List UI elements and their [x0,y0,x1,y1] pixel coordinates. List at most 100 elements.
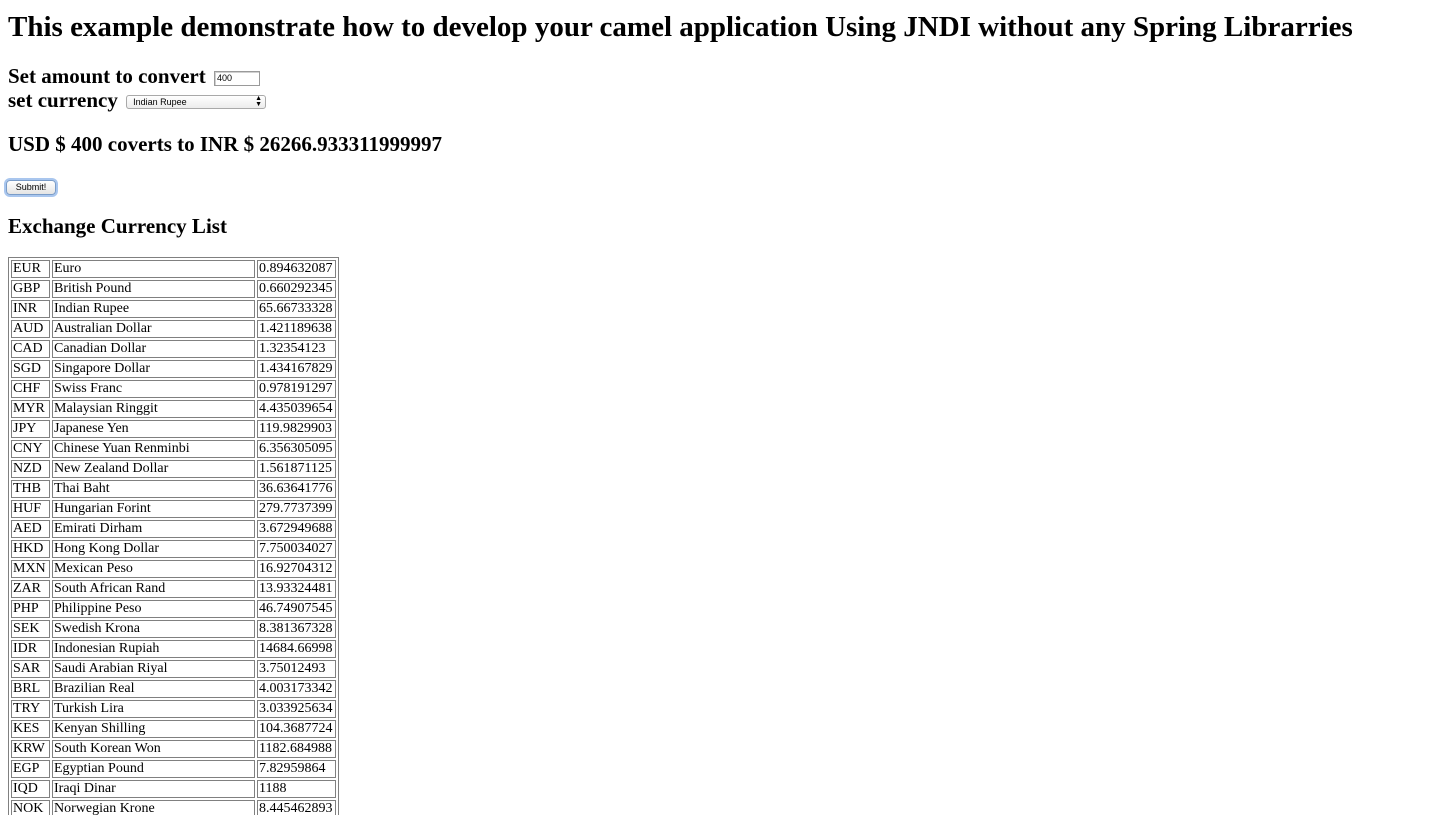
table-row: CNY Chinese Yuan Renminbi 6.356305095 [11,440,336,458]
table-row: GBP British Pound 0.660292345 [11,280,336,298]
table-row: ZAR South African Rand 13.93324481 [11,580,336,598]
currency-row: set currency Indian Rupee ▲ ▼ [8,88,267,112]
currency-table: EUR Euro 0.894632087 GBP British Pound 0.6602… [8,257,339,815]
table-row: NZD New Zealand Dollar 1.561871125 [11,460,336,478]
table-row: EUR Euro 0.894632087 [11,260,336,278]
currency-selected-value: Indian Rupee [133,97,187,107]
currency-code-cell: KRW [11,740,50,758]
currency-name-cell: Japanese Yen [52,420,255,438]
currency-code-cell: SAR [11,660,50,678]
currency-name-cell: Turkish Lira [52,700,255,718]
table-row: MYR Malaysian Ringgit 4.435039654 [11,400,336,418]
currency-code-cell: MXN [11,560,50,578]
submit-button[interactable]: Submit! [6,180,56,195]
currency-rate-cell: 279.7737399 [257,500,336,518]
currency-name-cell: Egyptian Pound [52,760,255,778]
currency-rate-cell: 65.66733328 [257,300,336,318]
currency-code-cell: NOK [11,800,50,815]
table-row: TRY Turkish Lira 3.033925634 [11,700,336,718]
currency-code-cell: ZAR [11,580,50,598]
amount-label: Set amount to convert [8,64,206,88]
currency-rate-cell: 13.93324481 [257,580,336,598]
currency-name-cell: Swedish Krona [52,620,255,638]
select-arrows-icon: ▲ ▼ [255,95,263,108]
table-row: THB Thai Baht 36.63641776 [11,480,336,498]
currency-code-cell: GBP [11,280,50,298]
currency-code-cell: JPY [11,420,50,438]
currency-rate-cell: 4.435039654 [257,400,336,418]
currency-name-cell: Singapore Dollar [52,360,255,378]
table-row: HKD Hong Kong Dollar 7.750034027 [11,540,336,558]
currency-rate-cell: 3.033925634 [257,700,336,718]
currency-name-cell: Hong Kong Dollar [52,540,255,558]
currency-rate-cell: 16.92704312 [257,560,336,578]
currency-rate-cell: 3.672949688 [257,520,336,538]
table-row: IQD Iraqi Dinar 1188 [11,780,336,798]
currency-code-cell: NZD [11,460,50,478]
currency-code-cell: HKD [11,540,50,558]
currency-code-cell: MYR [11,400,50,418]
table-row: IDR Indonesian Rupiah 14684.66998 [11,640,336,658]
table-row: AED Emirati Dirham 3.672949688 [11,520,336,538]
currency-name-cell: Euro [52,260,255,278]
table-row: SGD Singapore Dollar 1.434167829 [11,360,336,378]
currency-name-cell: Swiss Franc [52,380,255,398]
currency-rate-cell: 104.3687724 [257,720,336,738]
currency-name-cell: Australian Dollar [52,320,255,338]
currency-name-cell: Iraqi Dinar [52,780,255,798]
currency-code-cell: CAD [11,340,50,358]
currency-rate-cell: 14684.66998 [257,640,336,658]
currency-name-cell: Kenyan Shilling [52,720,255,738]
currency-name-cell: Norwegian Krone [52,800,255,815]
currency-select[interactable]: Indian Rupee ▲ ▼ [126,95,267,109]
currency-name-cell: Chinese Yuan Renminbi [52,440,255,458]
currency-name-cell: South African Rand [52,580,255,598]
currency-rate-cell: 7.82959864 [257,760,336,778]
currency-code-cell: EGP [11,760,50,778]
currency-rate-cell: 1188 [257,780,336,798]
table-row: EGP Egyptian Pound 7.82959864 [11,760,336,778]
currency-rate-cell: 1182.684988 [257,740,336,758]
amount-input[interactable]: 400 [213,71,260,86]
currency-name-cell: Hungarian Forint [52,500,255,518]
currency-name-cell: Thai Baht [52,480,255,498]
currency-code-cell: BRL [11,680,50,698]
currency-table-body: EUR Euro 0.894632087 GBP British Pound 0.6602… [11,260,336,815]
currency-code-cell: THB [11,480,50,498]
currency-name-cell: Philippine Peso [52,600,255,618]
currency-name-cell: Indonesian Rupiah [52,640,255,658]
table-row: NOK Norwegian Krone 8.445462893 [11,800,336,815]
currency-name-cell: Mexican Peso [52,560,255,578]
currency-name-cell: Brazilian Real [52,680,255,698]
currency-rate-cell: 119.9829903 [257,420,336,438]
currency-rate-cell: 1.32354123 [257,340,336,358]
currency-rate-cell: 0.978191297 [257,380,336,398]
currency-name-cell: Malaysian Ringgit [52,400,255,418]
currency-rate-cell: 8.445462893 [257,800,336,815]
page-title: This example demonstrate how to develop … [8,11,1353,43]
table-row: AUD Australian Dollar 1.421189638 [11,320,336,338]
currency-name-cell: Emirati Dirham [52,520,255,538]
table-row: INR Indian Rupee 65.66733328 [11,300,336,318]
currency-rate-cell: 1.421189638 [257,320,336,338]
currency-rate-cell: 4.003173342 [257,680,336,698]
currency-code-cell: AED [11,520,50,538]
table-row: SEK Swedish Krona 8.381367328 [11,620,336,638]
table-row: KES Kenyan Shilling 104.3687724 [11,720,336,738]
currency-rate-cell: 1.561871125 [257,460,336,478]
currency-rate-cell: 6.356305095 [257,440,336,458]
currency-code-cell: TRY [11,700,50,718]
currency-code-cell: EUR [11,260,50,278]
table-row: BRL Brazilian Real 4.003173342 [11,680,336,698]
currency-rate-cell: 3.75012493 [257,660,336,678]
currency-code-cell: SEK [11,620,50,638]
currency-code-cell: HUF [11,500,50,518]
table-row: MXN Mexican Peso 16.92704312 [11,560,336,578]
currency-code-cell: PHP [11,600,50,618]
currency-code-cell: INR [11,300,50,318]
exchange-list-heading: Exchange Currency List [8,214,227,238]
currency-name-cell: New Zealand Dollar [52,460,255,478]
table-row: CAD Canadian Dollar 1.32354123 [11,340,336,358]
currency-name-cell: Indian Rupee [52,300,255,318]
conversion-result: USD $ 400 coverts to INR $ 26266.9333119… [8,132,442,156]
